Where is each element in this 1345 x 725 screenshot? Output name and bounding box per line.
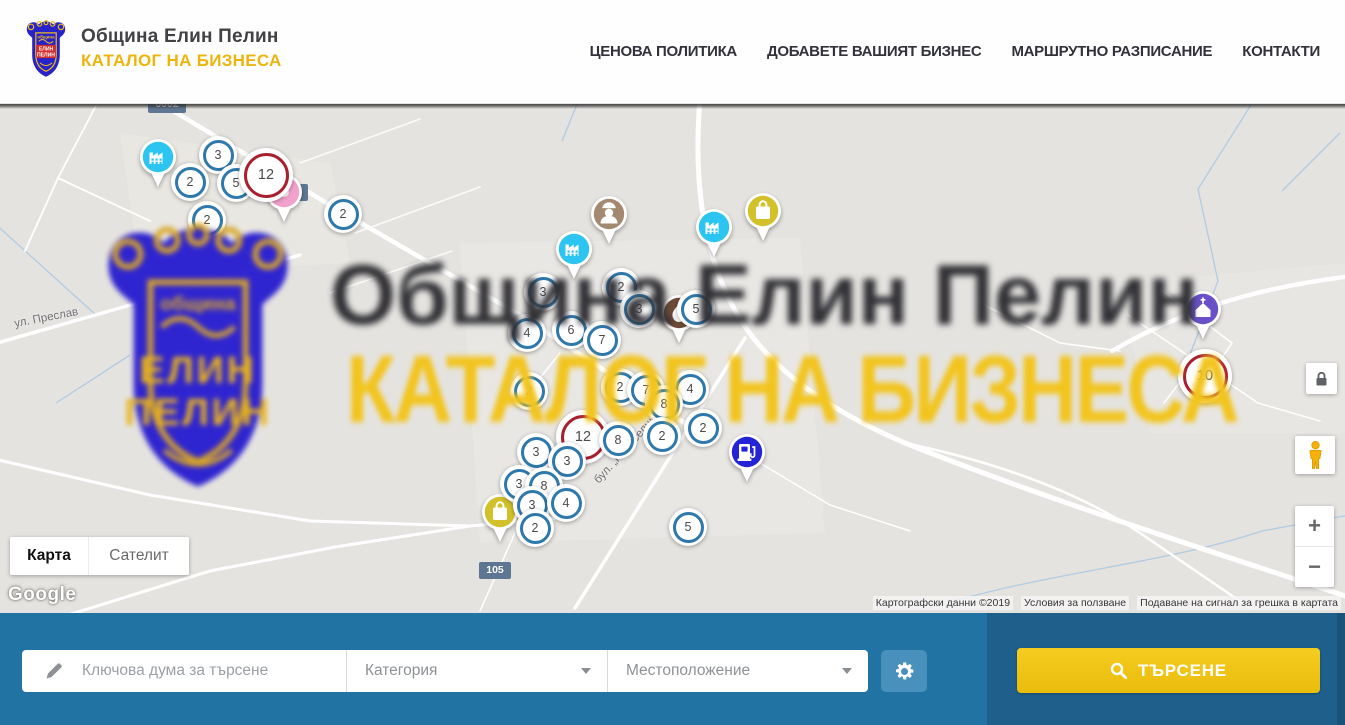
street-view-pegman-button[interactable] xyxy=(1295,436,1335,474)
nav-item-contacts[interactable]: КОНТАКТИ xyxy=(1242,43,1320,60)
fuel-pin-marker[interactable] xyxy=(727,432,767,484)
cluster-count: 3 xyxy=(521,437,552,468)
keyword-field-wrap xyxy=(22,650,346,692)
zoom-control: + − xyxy=(1295,506,1334,587)
cluster-marker[interactable]: 3 xyxy=(620,290,658,328)
cluster-count: 2 xyxy=(520,513,551,544)
cluster-count: 2 xyxy=(175,167,206,198)
cluster-marker[interactable]: 2 xyxy=(324,195,362,233)
main-nav: ЦЕНОВА ПОЛИТИКА ДОБАВЕТЕ ВАШИЯТ БИЗНЕС М… xyxy=(590,0,1320,103)
zoom-out-button[interactable]: − xyxy=(1295,546,1334,587)
road-shield-105: 105 xyxy=(479,562,511,579)
road-shield-6002: 6002 xyxy=(148,103,186,113)
map-attribution: Картографски данни ©2019 Условия за полз… xyxy=(873,596,1341,610)
cluster-count: 8 xyxy=(603,425,634,456)
gear-icon xyxy=(894,661,915,682)
attribution-report-link[interactable]: Подаване на сигнал за грешка в картата xyxy=(1137,596,1341,610)
factory-pin-marker[interactable] xyxy=(694,207,734,259)
crest-small-label: община xyxy=(37,33,55,39)
search-panel-right-edge xyxy=(1337,613,1345,725)
nav-item-route-schedule[interactable]: МАРШРУТНО РАЗПИСАНИЕ xyxy=(1011,43,1212,60)
cluster-count: 8 xyxy=(649,389,680,420)
map-canvas[interactable]: ул. Преслав бул. „Новоселци“ 6002 105 32… xyxy=(0,103,1345,613)
cluster-count: 2 xyxy=(647,421,678,452)
cluster-marker[interactable]: 10 xyxy=(1178,349,1232,403)
cluster-marker[interactable]: 4 xyxy=(547,484,585,522)
cluster-count: 2 xyxy=(192,205,223,236)
attribution-terms-link[interactable]: Условия за ползване xyxy=(1021,596,1129,610)
advanced-search-button[interactable] xyxy=(881,650,927,692)
cluster-marker[interactable]: 4 xyxy=(508,314,546,352)
search-icon xyxy=(1110,662,1127,679)
municipality-crest-icon: община ЕЛИН ПЕЛИН xyxy=(22,18,70,79)
site-title-line1: Община Елин Пелин xyxy=(81,26,282,48)
location-select-label: Местоположение xyxy=(626,662,750,680)
nav-item-pricing[interactable]: ЦЕНОВА ПОЛИТИКА xyxy=(590,43,737,60)
search-button-label: ТЪРСЕНЕ xyxy=(1138,661,1227,681)
cluster-count: 4 xyxy=(512,318,543,349)
cluster-count: 7 xyxy=(587,325,618,356)
cluster-marker[interactable]: 2 xyxy=(643,417,681,455)
cluster-marker[interactable]: 2 xyxy=(188,201,226,239)
search-bar: Категория Местоположение xyxy=(22,650,868,692)
map-markers: 3251222235346722748128223338342510 xyxy=(0,103,1345,613)
cluster-marker[interactable]: 2 xyxy=(171,163,209,201)
cluster-count: 2 xyxy=(514,376,545,407)
pencil-icon xyxy=(44,661,64,681)
bag-pin-marker[interactable] xyxy=(743,191,783,243)
cluster-count: 2 xyxy=(688,413,719,444)
chevron-down-icon xyxy=(842,668,852,674)
cluster-marker[interactable]: 2 xyxy=(684,409,722,447)
cluster-marker[interactable]: 5 xyxy=(669,508,707,546)
cluster-count: 10 xyxy=(1183,354,1228,399)
cluster-count: 3 xyxy=(624,294,655,325)
cluster-marker[interactable]: 7 xyxy=(583,321,621,359)
search-submit-button[interactable]: ТЪРСЕНЕ xyxy=(1017,648,1320,693)
cluster-marker[interactable]: 2 xyxy=(510,372,548,410)
map-type-map-button[interactable]: Карта xyxy=(10,537,89,575)
attribution-copyright: Картографски данни ©2019 xyxy=(873,596,1013,610)
cluster-count: 2 xyxy=(328,199,359,230)
lock-button[interactable] xyxy=(1306,363,1337,394)
crest-name-line2: ПЕЛИН xyxy=(37,52,55,58)
cluster-count: 5 xyxy=(681,294,712,325)
church-pin-marker[interactable] xyxy=(1183,289,1223,341)
worker-pin-marker[interactable] xyxy=(589,194,629,246)
map-type-satellite-button[interactable]: Сателит xyxy=(89,537,189,575)
pegman-icon xyxy=(1307,441,1324,470)
category-select-label: Категория xyxy=(365,662,437,680)
cluster-count: 12 xyxy=(244,153,289,198)
map-type-control: Карта Сателит xyxy=(10,537,189,575)
google-logo[interactable]: Google xyxy=(8,584,76,606)
cluster-marker[interactable]: 3 xyxy=(524,273,562,311)
zoom-in-button[interactable]: + xyxy=(1295,506,1334,546)
chevron-down-icon xyxy=(581,668,591,674)
category-select[interactable]: Категория xyxy=(346,650,607,692)
crest-name-line1: ЕЛИН xyxy=(39,47,54,53)
cluster-marker[interactable]: 2 xyxy=(516,509,554,547)
cluster-marker[interactable]: 12 xyxy=(239,148,293,202)
cluster-marker[interactable]: 8 xyxy=(599,421,637,459)
site-title: Община Елин Пелин КАТАЛОГ НА БИЗНЕСА xyxy=(81,26,282,71)
cluster-count: 6 xyxy=(556,315,587,346)
site-logo[interactable]: община ЕЛИН ПЕЛИН Община Елин Пелин КАТА… xyxy=(22,18,282,79)
cluster-marker[interactable]: 5 xyxy=(677,290,715,328)
site-title-line2: КАТАЛОГ НА БИЗНЕСА xyxy=(81,51,282,71)
location-select[interactable]: Местоположение xyxy=(607,650,868,692)
page: община ЕЛИН ПЕЛИН Община Елин Пелин КАТА… xyxy=(0,0,1345,725)
cluster-count: 3 xyxy=(528,277,559,308)
search-panel: Категория Местоположение ТЪРСЕНЕ xyxy=(0,613,1345,725)
cluster-count: 5 xyxy=(673,512,704,543)
cluster-count: 4 xyxy=(551,488,582,519)
factory-pin-marker[interactable] xyxy=(554,229,594,281)
keyword-search-input[interactable] xyxy=(80,661,324,681)
nav-item-add-business[interactable]: ДОБАВЕТЕ ВАШИЯТ БИЗНЕС xyxy=(767,43,981,60)
header: община ЕЛИН ПЕЛИН Община Елин Пелин КАТА… xyxy=(0,0,1345,104)
lock-icon xyxy=(1315,371,1328,387)
